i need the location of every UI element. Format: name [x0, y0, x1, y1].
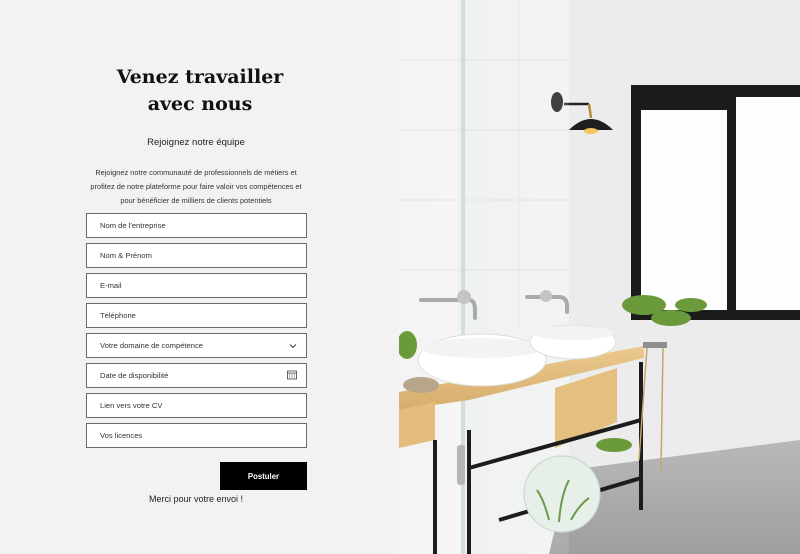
company-name-placeholder: Nom de l'entreprise [100, 221, 166, 230]
email-field[interactable]: E-mail [86, 273, 307, 298]
full-name-field[interactable]: Nom & Prénom [86, 243, 307, 268]
full-name-placeholder: Nom & Prénom [100, 251, 152, 260]
availability-date-field[interactable]: Date de disponibilité [86, 363, 307, 388]
cv-link-field[interactable]: Lien vers votre CV [86, 393, 307, 418]
skill-domain-select[interactable]: Votre domaine de compétence [86, 333, 307, 358]
cv-link-placeholder: Lien vers votre CV [100, 401, 163, 410]
company-name-field[interactable]: Nom de l'entreprise [86, 213, 307, 238]
phone-placeholder: Téléphone [100, 311, 136, 320]
licences-placeholder: Vos licences [100, 431, 143, 440]
phone-field[interactable]: Téléphone [86, 303, 307, 328]
chevron-down-icon [289, 341, 297, 351]
form-panel: Venez travailler avec nous Rejoignez not… [0, 0, 399, 554]
page-title: Venez travailler avec nous [116, 66, 284, 115]
licences-field[interactable]: Vos licences [86, 423, 307, 448]
availability-date-placeholder: Date de disponibilité [100, 371, 169, 380]
form-subtitle: Rejoignez notre équipe [147, 137, 245, 148]
bathroom-illustration [399, 0, 800, 554]
calendar-icon[interactable] [287, 370, 297, 381]
success-message: Merci pour votre envoi ! [148, 494, 244, 504]
submit-button[interactable]: Postuler [220, 462, 307, 490]
bathroom-photo [399, 0, 800, 554]
email-placeholder: E-mail [100, 281, 122, 290]
skill-domain-placeholder: Votre domaine de compétence [100, 341, 204, 350]
form-intro: Rejoignez notre communauté de profession… [90, 168, 302, 205]
